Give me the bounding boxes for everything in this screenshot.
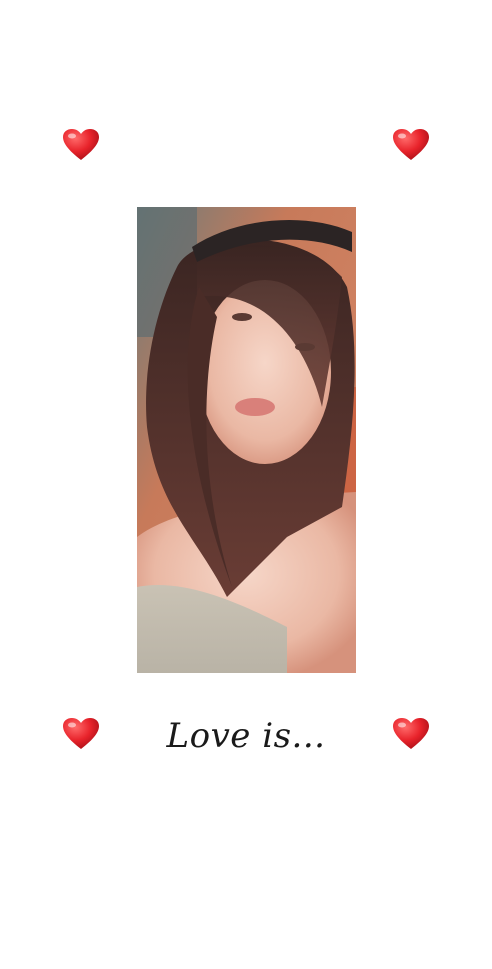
selfie-photo [137,207,356,673]
heart-icon-bottom-left [62,717,100,751]
heart-icon-top-right [392,128,430,162]
heart-icon-bottom-right [392,717,430,751]
heart-icon-top-left [62,128,100,162]
caption-text: Love is... [166,716,326,756]
